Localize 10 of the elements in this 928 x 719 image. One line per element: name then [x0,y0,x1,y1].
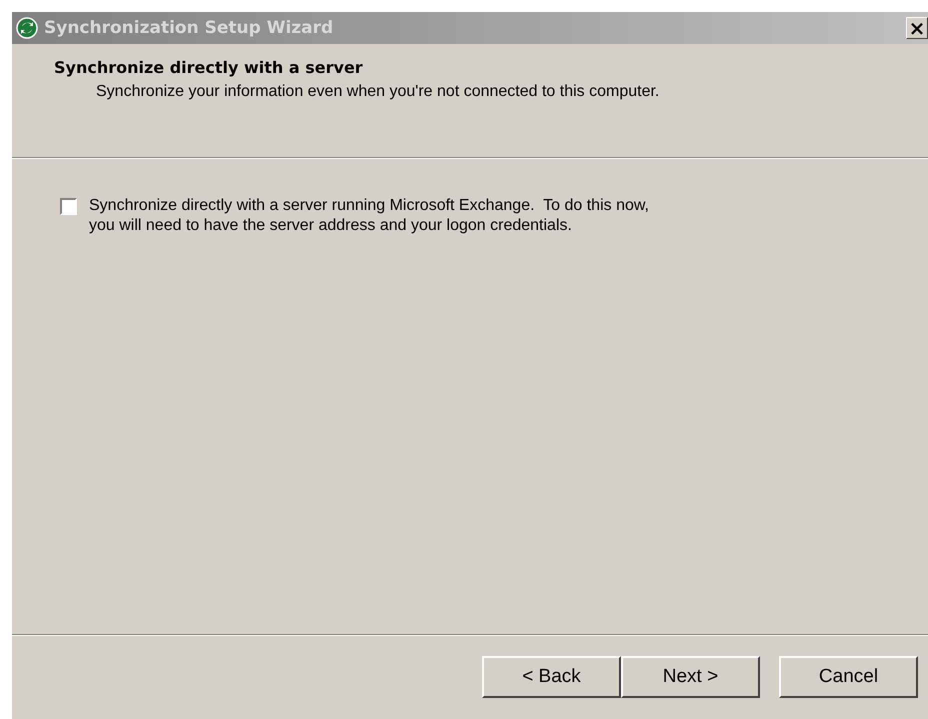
sync-icon [16,17,38,39]
page-title: Synchronize directly with a server [54,58,364,77]
page-subtitle: Synchronize your information even when you're not connected to this computer. [96,83,660,101]
next-button[interactable]: Next > [621,656,760,698]
checkbox[interactable] [60,198,77,215]
checkbox-label: Synchronize directly with a server running Microsoft Exchange. To do this now, you will need to have the server address and your logon credentials. [89,196,649,236]
cancel-button[interactable]: Cancel [779,656,918,698]
back-button[interactable]: < Back [482,656,621,698]
close-button[interactable]: × [906,17,928,39]
window-title: Synchronization Setup Wizard [44,18,334,38]
